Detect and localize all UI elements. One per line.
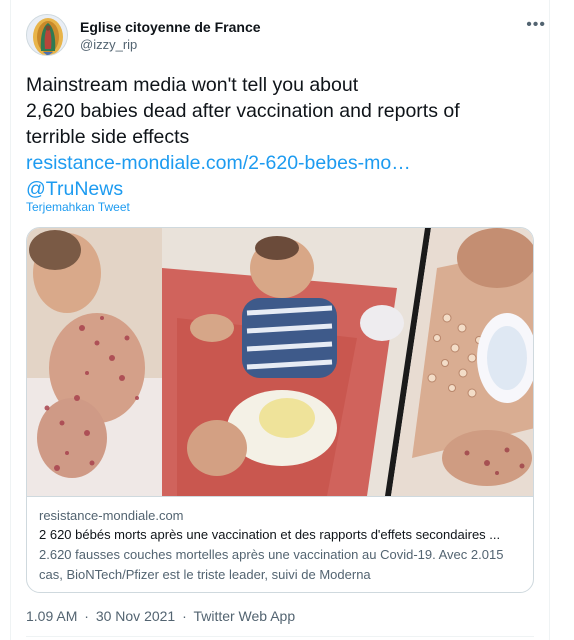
- tweet-metadata: 1.09 AM · 30 Nov 2021 · Twitter Web App: [26, 608, 298, 624]
- tweet-time[interactable]: 1.09 AM: [26, 608, 77, 624]
- card-photo-collage: [27, 228, 533, 496]
- card-image[interactable]: [27, 228, 533, 496]
- tweet-header: Eglise citoyenne de France @izzy_rip •••: [26, 14, 546, 62]
- tweet-source[interactable]: Twitter Web App: [193, 608, 295, 624]
- author-display-name[interactable]: Eglise citoyenne de France: [80, 18, 261, 36]
- card-domain: resistance-mondiale.com: [39, 508, 184, 523]
- card-description: 2.620 fausses couches mortelles après un…: [39, 547, 504, 582]
- meta-separator: ·: [84, 608, 89, 624]
- tweet-text: Mainstream media won't tell you about 2,…: [26, 72, 526, 202]
- tweet-link[interactable]: resistance-mondiale.com/2-620-bebes-mo…: [26, 150, 526, 176]
- virgin-mary-icon: [27, 15, 67, 55]
- avatar[interactable]: [26, 14, 68, 56]
- card-title: 2 620 bébés morts après une vaccination …: [39, 527, 501, 542]
- more-dots-icon[interactable]: •••: [526, 16, 546, 34]
- divider: [26, 636, 534, 637]
- author-handle[interactable]: @izzy_rip: [80, 36, 261, 54]
- tweet-text-line: Mainstream media won't tell you about: [26, 74, 359, 96]
- mention-link[interactable]: @TruNews: [26, 176, 526, 202]
- link-preview-card[interactable]: resistance-mondiale.com 2 620 bébés mort…: [26, 227, 534, 593]
- meta-separator: ·: [182, 608, 187, 624]
- tweet-date[interactable]: 30 Nov 2021: [96, 608, 175, 624]
- tweet-text-line: terrible side effects: [26, 126, 190, 148]
- card-info[interactable]: resistance-mondiale.com 2 620 bébés mort…: [27, 496, 533, 592]
- tweet-text-line: 2,620 babies dead after vaccination and …: [26, 100, 460, 122]
- translate-tweet-link[interactable]: Terjemahkan Tweet: [26, 200, 130, 214]
